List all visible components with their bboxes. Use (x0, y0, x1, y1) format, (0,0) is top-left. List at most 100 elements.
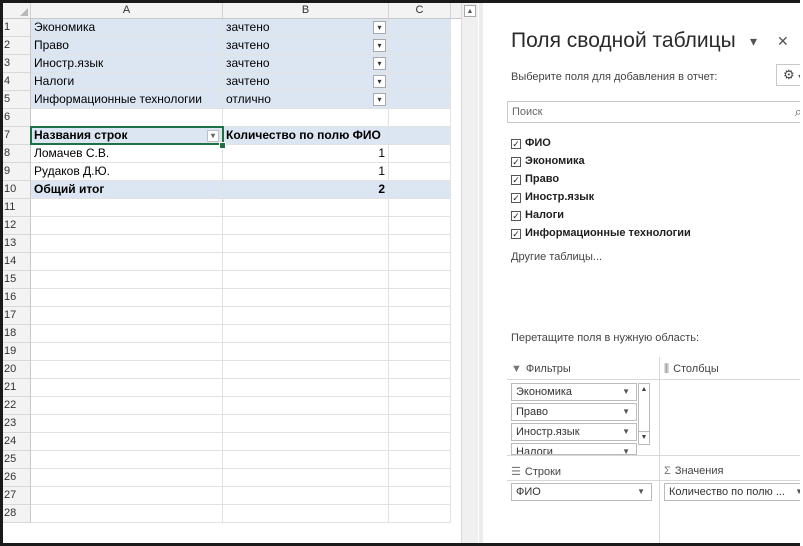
cell[interactable] (31, 361, 223, 379)
row-header[interactable]: 28 (3, 505, 31, 523)
close-icon[interactable]: ✕ (777, 33, 789, 50)
cell[interactable] (223, 109, 389, 127)
cell[interactable] (31, 289, 223, 307)
cell[interactable] (389, 37, 451, 55)
cell[interactable]: зачтено ▾ (223, 37, 389, 55)
pane-options-chevron-icon[interactable]: ▾ (750, 33, 757, 50)
cell[interactable] (389, 505, 451, 523)
row-header[interactable]: 27 (3, 487, 31, 505)
search-input[interactable]: Поиск ⌕ (507, 101, 800, 123)
cell[interactable] (389, 55, 451, 73)
cell[interactable] (223, 325, 389, 343)
row-header[interactable]: 11 (3, 199, 31, 217)
cell[interactable] (31, 253, 223, 271)
column-header-d[interactable] (451, 3, 461, 19)
cell[interactable]: зачтено ▾ (223, 55, 389, 73)
field-item[interactable]: ✓ ФИО (511, 137, 800, 154)
cell[interactable] (389, 199, 451, 217)
cell[interactable] (31, 325, 223, 343)
cell[interactable]: Ломачев С.В. (31, 145, 223, 163)
cell[interactable] (31, 469, 223, 487)
cell[interactable] (389, 487, 451, 505)
cell[interactable] (31, 433, 223, 451)
filter-field-chip[interactable]: Экономика ▼ (511, 383, 637, 401)
chevron-down-icon[interactable]: ▼ (622, 404, 630, 420)
row-header[interactable]: 5 (3, 91, 31, 109)
scroll-up-icon[interactable]: ▲ (639, 384, 649, 396)
field-item[interactable]: ✓Налоги▽ (511, 209, 800, 226)
cell[interactable] (223, 505, 389, 523)
cell[interactable] (31, 307, 223, 325)
column-header-c[interactable]: C (389, 3, 451, 19)
row-header[interactable]: 1 (3, 19, 31, 37)
cell[interactable] (223, 379, 389, 397)
field-checkbox[interactable]: ✓ (511, 139, 521, 149)
filter-button-icon[interactable]: ▾ (373, 57, 386, 70)
cell[interactable] (223, 271, 389, 289)
filters-scrollbar[interactable]: ▲ ▼ (638, 383, 650, 445)
cell[interactable] (389, 163, 451, 181)
cell[interactable] (31, 451, 223, 469)
row-header[interactable]: 24 (3, 433, 31, 451)
cell[interactable] (389, 217, 451, 235)
field-checkbox[interactable]: ✓ (511, 157, 521, 167)
row-header[interactable]: 20 (3, 361, 31, 379)
cell[interactable] (389, 469, 451, 487)
chevron-down-icon[interactable]: ▼ (622, 384, 630, 400)
cell[interactable]: Общий итог (31, 181, 223, 199)
spreadsheet[interactable]: A B C 1 Экономика зачтено ▾ 2 Право зачтено ▾ 3 И… (3, 3, 461, 543)
row-header[interactable]: 16 (3, 289, 31, 307)
cell[interactable] (389, 415, 451, 433)
row-header[interactable]: 10 (3, 181, 31, 199)
cell[interactable]: зачтено ▾ (223, 73, 389, 91)
cell[interactable]: Иностр.язык (31, 55, 223, 73)
row-header[interactable]: 14 (3, 253, 31, 271)
row-header[interactable]: 17 (3, 307, 31, 325)
cell[interactable] (389, 91, 451, 109)
cell[interactable]: отлично ▾ (223, 91, 389, 109)
cell[interactable] (31, 109, 223, 127)
row-header[interactable]: 7 (3, 127, 31, 145)
cell[interactable] (389, 379, 451, 397)
other-tables-link[interactable]: Другие таблицы... (511, 251, 602, 263)
cell[interactable] (389, 343, 451, 361)
cell[interactable]: Рудаков Д.Ю. (31, 163, 223, 181)
cell[interactable] (223, 397, 389, 415)
cell[interactable] (389, 145, 451, 163)
row-header[interactable]: 25 (3, 451, 31, 469)
values-field-chip[interactable]: Количество по полю ... ▼ (664, 483, 800, 501)
chevron-down-icon[interactable]: ▼ (637, 484, 645, 500)
row-header[interactable]: 19 (3, 343, 31, 361)
cell[interactable] (31, 505, 223, 523)
cell[interactable]: Экономика (31, 19, 223, 37)
cell[interactable] (389, 109, 451, 127)
chevron-down-icon[interactable]: ▼ (795, 484, 800, 500)
cell[interactable] (389, 451, 451, 469)
scroll-up-icon[interactable]: ▲ (464, 5, 476, 17)
cell[interactable]: 2 (223, 181, 389, 199)
cell[interactable] (31, 271, 223, 289)
column-header-a[interactable]: A (31, 3, 223, 19)
field-item[interactable]: ✓Информационные технологии▽ (511, 227, 800, 244)
row-header[interactable]: 9 (3, 163, 31, 181)
cell[interactable] (223, 343, 389, 361)
field-item[interactable]: ✓Право▽ (511, 173, 800, 190)
row-header[interactable]: 23 (3, 415, 31, 433)
cell[interactable] (31, 199, 223, 217)
field-checkbox[interactable]: ✓ (511, 193, 521, 203)
row-header[interactable]: 4 (3, 73, 31, 91)
cell[interactable]: Право (31, 37, 223, 55)
cell[interactable] (223, 217, 389, 235)
row-header[interactable]: 22 (3, 397, 31, 415)
cell[interactable] (223, 199, 389, 217)
chevron-down-icon[interactable]: ▼ (622, 424, 630, 440)
cell[interactable] (223, 361, 389, 379)
scroll-down-icon[interactable]: ▼ (639, 431, 649, 444)
cell[interactable]: 1 (223, 145, 389, 163)
field-item[interactable]: ✓Экономика▽ (511, 155, 800, 172)
cell[interactable] (389, 307, 451, 325)
filter-button-icon[interactable]: ▾ (373, 75, 386, 88)
row-header[interactable]: 2 (3, 37, 31, 55)
cell[interactable]: Количество по полю ФИО (223, 127, 389, 145)
cell[interactable] (31, 343, 223, 361)
